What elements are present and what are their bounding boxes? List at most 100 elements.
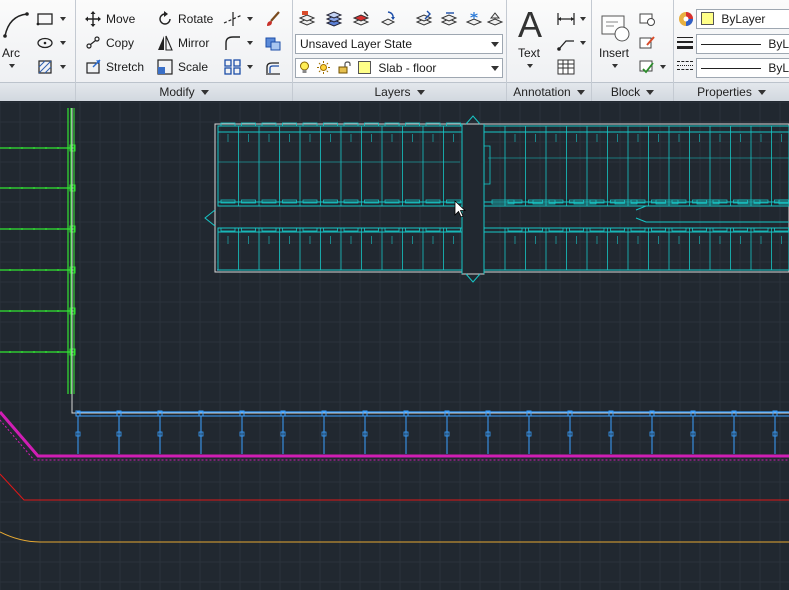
color-dropdown[interactable]: ByLayer — [696, 9, 789, 29]
linetype-sample-line — [701, 68, 761, 70]
mirror-button[interactable]: Mirror — [156, 32, 209, 54]
table-icon — [557, 59, 575, 75]
sun-icon — [317, 61, 331, 74]
draw-panel: Arc — [0, 0, 76, 101]
rectangle-dropdown-arrow[interactable] — [59, 8, 68, 30]
layer-properties-icon — [298, 11, 316, 26]
lineweight-sample-line — [701, 44, 761, 46]
trim-tool[interactable] — [222, 8, 244, 30]
layer-off-button[interactable] — [484, 8, 506, 30]
leader-icon — [557, 40, 574, 51]
color-swatch — [701, 12, 714, 25]
erase-tool[interactable] — [262, 8, 284, 30]
offset-tool[interactable] — [262, 56, 284, 78]
ribbon: Arc Move Rotate Copy Mirror Stretch Scal… — [0, 0, 789, 101]
copy-button[interactable]: Copy — [84, 32, 134, 54]
color-wheel-icon — [679, 12, 693, 26]
edit-block-button[interactable] — [636, 32, 658, 54]
stretch-button[interactable]: Stretch — [84, 56, 144, 78]
cyan-floor-plan[interactable] — [204, 115, 789, 283]
ellipse-dropdown-arrow[interactable] — [59, 32, 68, 54]
arc-tool[interactable] — [0, 6, 30, 78]
explode-icon — [265, 37, 281, 51]
properties-panel-expand-arrow — [757, 90, 766, 96]
green-structure[interactable] — [0, 108, 76, 394]
properties-panel-title: Properties — [697, 85, 752, 99]
layer-walk-button[interactable] — [377, 8, 399, 30]
modify-panel-title: Modify — [159, 85, 195, 99]
offset-icon — [266, 62, 280, 75]
table-tool[interactable] — [555, 56, 577, 78]
lineweight-icon — [677, 37, 693, 51]
layer-isolate-button[interactable] — [350, 8, 372, 30]
layer-state-button[interactable] — [323, 8, 345, 30]
fillet-dropdown-arrow[interactable] — [246, 32, 255, 54]
ellipse-tool[interactable] — [34, 32, 56, 54]
move-button[interactable]: Move — [84, 8, 135, 30]
annotation-panel-footer[interactable]: Annotation — [507, 82, 591, 101]
fillet-tool[interactable] — [222, 32, 244, 54]
layer-state-value: Unsaved Layer State — [300, 37, 413, 51]
layers-panel-title: Layers — [374, 85, 411, 99]
draw-panel-footer[interactable] — [0, 82, 75, 101]
drawing-canvas[interactable] — [0, 101, 789, 590]
dimension-tool[interactable] — [555, 8, 577, 30]
linetype-value: ByLa — [768, 61, 789, 75]
array-dropdown-arrow[interactable] — [246, 56, 255, 78]
layer-previous-icon — [440, 12, 458, 26]
model-space-drawing[interactable] — [0, 101, 789, 590]
trim-icon — [223, 12, 243, 26]
hatch-tool[interactable] — [34, 56, 56, 78]
insert-button[interactable]: Insert — [596, 6, 636, 78]
modify-panel: Move Rotate Copy Mirror Stretch Scale Mo… — [76, 0, 293, 101]
text-icon: A — [518, 4, 543, 45]
layer-state-dropdown-arrow — [491, 42, 499, 47]
copy-label: Copy — [106, 36, 135, 50]
linetype-icon — [677, 61, 693, 75]
mirror-icon — [158, 35, 173, 51]
text-dropdown-arrow — [527, 64, 533, 68]
array-tool[interactable] — [222, 56, 244, 78]
text-button[interactable]: A Text — [513, 4, 549, 78]
edit-attributes-button[interactable] — [636, 56, 658, 78]
modify-panel-footer[interactable]: Modify — [76, 82, 292, 101]
leader-tool[interactable] — [555, 32, 577, 54]
rotate-button[interactable]: Rotate — [156, 8, 213, 30]
create-block-icon — [639, 13, 655, 26]
layer-state-dropdown[interactable]: Unsaved Layer State — [295, 34, 503, 54]
hatch-icon — [38, 60, 52, 74]
orange-edge-line[interactable] — [0, 531, 789, 543]
match-properties-button[interactable] — [675, 8, 697, 30]
layer-previous-button[interactable] — [438, 8, 460, 30]
hatch-dropdown-arrow[interactable] — [59, 56, 68, 78]
scale-icon — [157, 59, 173, 75]
layer-properties-button[interactable] — [296, 8, 318, 30]
annotation-panel: A Text Annotation — [507, 0, 592, 101]
leader-dropdown-arrow[interactable] — [579, 32, 588, 54]
red-property-line[interactable] — [0, 473, 789, 501]
layer-freeze-button[interactable] — [463, 8, 485, 30]
current-layer-dropdown[interactable]: Slab - floor — [295, 58, 503, 78]
insert-dropdown-arrow — [612, 64, 618, 68]
scale-button[interactable]: Scale — [156, 56, 208, 78]
layer-match-button[interactable] — [413, 8, 435, 30]
layer-color-swatch — [358, 61, 372, 74]
blue-column-row[interactable] — [75, 410, 789, 454]
layer-stack-icon — [325, 11, 343, 27]
rotate-icon — [159, 11, 171, 25]
explode-tool[interactable] — [262, 32, 284, 54]
rectangle-tool[interactable] — [34, 8, 56, 30]
mirror-label: Mirror — [178, 36, 210, 50]
edit-block-icon — [639, 36, 655, 49]
trim-dropdown-arrow[interactable] — [246, 8, 255, 30]
layers-panel-expand-arrow — [416, 90, 425, 96]
lineweight-dropdown[interactable]: ByLa — [696, 34, 789, 54]
linetype-dropdown[interactable]: ByLa — [696, 58, 789, 78]
dimension-dropdown-arrow[interactable] — [579, 8, 588, 30]
create-block-button[interactable] — [636, 8, 658, 30]
arc-dropdown-arrow[interactable] — [9, 64, 15, 68]
edit-attributes-dropdown-arrow[interactable] — [659, 56, 668, 78]
block-panel-footer[interactable]: Block — [592, 82, 673, 101]
properties-panel-footer[interactable]: Properties — [674, 82, 789, 101]
layers-panel-footer[interactable]: Layers — [293, 82, 506, 101]
